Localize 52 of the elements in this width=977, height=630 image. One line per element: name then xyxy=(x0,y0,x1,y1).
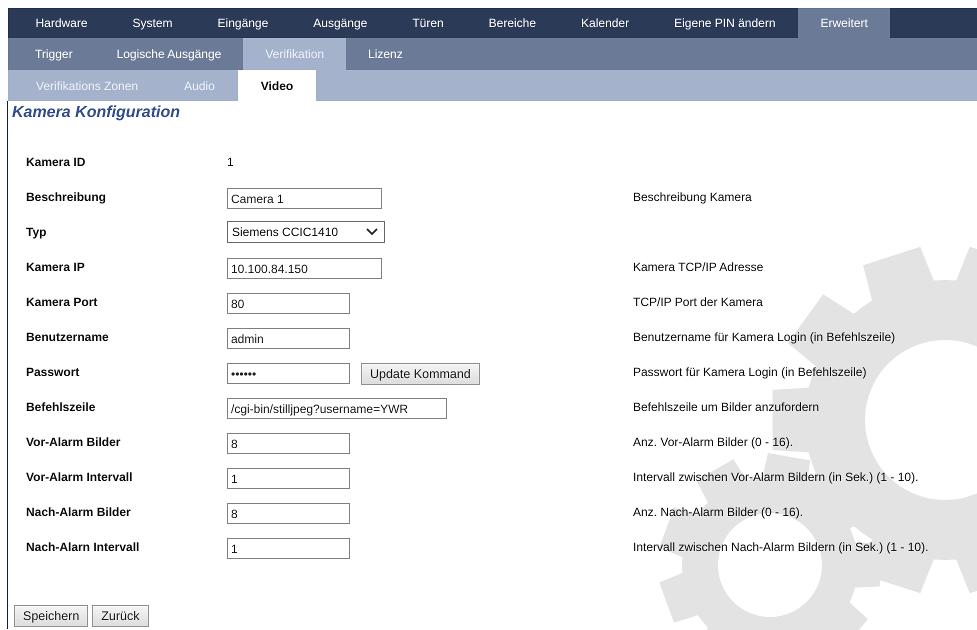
input-field[interactable]: Camera 1 xyxy=(227,188,382,209)
chevron-down-icon xyxy=(366,228,378,236)
menu-tab[interactable]: Ausgänge xyxy=(290,8,390,38)
input-field[interactable]: 10.100.84.150 xyxy=(227,258,382,279)
field-description: Befehlszeile um Bilder anzufordern xyxy=(633,399,820,414)
input-field[interactable]: admin xyxy=(227,328,350,349)
field-description: Passwort für Kamera Login (in Befehlszeile) xyxy=(633,364,868,379)
menu-tab[interactable]: Hardware xyxy=(13,8,110,38)
password-field[interactable]: •••••• xyxy=(227,363,350,384)
field-description: Beschreibung Kamera xyxy=(633,189,753,204)
menu-tab[interactable]: Trigger xyxy=(13,38,95,70)
input-field[interactable]: 8 xyxy=(227,503,350,524)
menu-tab[interactable]: Türen xyxy=(390,8,466,38)
input-field[interactable]: /cgi-bin/stilljpeg?username=YWR xyxy=(227,398,447,419)
field-description: Kamera TCP/IP Adresse xyxy=(633,259,764,274)
menu-tab[interactable]: System xyxy=(110,8,196,38)
menu-tab[interactable]: Erweitert xyxy=(798,8,890,38)
field-label: Kamera IP xyxy=(26,259,86,274)
update-button[interactable]: Update Kommand xyxy=(361,363,480,385)
field-description: Intervall zwischen Vor-Alarm Bildern (in Sek.) (1 - 10). xyxy=(633,469,920,484)
field-description: Benutzername für Kamera Login (in Befehlszeile) xyxy=(633,329,896,344)
field-description: Anz. Nach-Alarm Bilder (0 - 16). xyxy=(633,504,804,519)
save-button[interactable]: Speichern xyxy=(14,605,88,627)
page-title: Kamera Konfiguration xyxy=(11,103,182,123)
field-label: Kamera ID xyxy=(26,154,86,169)
field-description: Intervall zwischen Nach-Alarm Bildern (in Sek.) (1 - 10). xyxy=(633,539,930,554)
field-label: Nach-Alarn Intervall xyxy=(26,539,140,554)
menu-tab[interactable]: Kalender xyxy=(558,8,652,38)
field-description: Anz. Vor-Alarm Bilder (0 - 16). xyxy=(633,434,794,449)
menu-tab[interactable]: Video xyxy=(238,70,316,101)
input-field[interactable]: 1 xyxy=(227,468,350,489)
field-label: Kamera Port xyxy=(26,294,98,309)
input-field[interactable]: 80 xyxy=(227,293,350,314)
type-dropdown[interactable]: Siemens CCIC1410 xyxy=(227,221,385,243)
back-button[interactable]: Zurück xyxy=(92,605,148,627)
menu-tab[interactable]: Eigene PIN ändern xyxy=(652,8,798,38)
field-label: Vor-Alarm Intervall xyxy=(26,469,134,484)
menu-tab[interactable]: Eingänge xyxy=(195,8,291,38)
input-field[interactable]: 8 xyxy=(227,433,350,454)
field-label: Nach-Alarm Bilder xyxy=(26,504,132,519)
input-field[interactable]: 1 xyxy=(227,538,350,559)
field-description: TCP/IP Port der Kamera xyxy=(633,294,764,309)
field-label: Beschreibung xyxy=(26,189,108,204)
menu-tab[interactable]: Logische Ausgänge xyxy=(94,38,244,70)
field-label: Benutzername xyxy=(26,329,110,344)
field-label: Passwort xyxy=(26,364,80,379)
field-value: 1 xyxy=(227,154,234,169)
field-label: Befehlszeile xyxy=(26,399,96,414)
menu-tab[interactable]: Lizenz xyxy=(346,38,425,70)
field-label: Typ xyxy=(26,224,48,239)
field-label: Vor-Alarm Bilder xyxy=(26,434,122,449)
menu-tab[interactable]: Bereiche xyxy=(466,8,559,38)
